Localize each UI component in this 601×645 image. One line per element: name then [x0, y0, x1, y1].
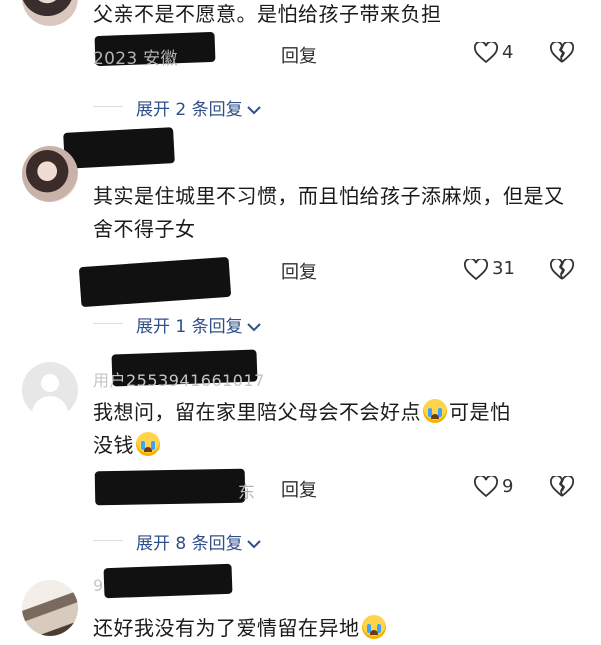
avatar[interactable] — [22, 146, 78, 202]
broken-heart-icon[interactable] — [550, 259, 574, 281]
broken-heart-icon[interactable] — [550, 42, 574, 64]
broken-heart-icon[interactable] — [550, 476, 574, 498]
loudly-crying-face-emoji — [136, 432, 160, 456]
expand-divider — [93, 106, 123, 107]
reply-button[interactable]: 回复 — [281, 258, 317, 284]
redaction-scribble — [63, 127, 175, 169]
expand-replies-label: 展开 2 条回复 — [136, 100, 243, 120]
expand-replies-link[interactable]: 展开 2 条回复 — [136, 95, 261, 120]
expand-divider — [93, 323, 123, 324]
loudly-crying-face-emoji — [423, 399, 447, 423]
avatar[interactable] — [22, 580, 78, 636]
chevron-down-icon — [246, 105, 261, 115]
heart-icon[interactable] — [464, 259, 488, 281]
heart-icon[interactable] — [474, 476, 498, 498]
comment-meta: 东 — [238, 483, 256, 503]
avatar[interactable] — [22, 362, 78, 418]
comment-text-part: 还好我没有为了爱情留在异地 — [93, 616, 360, 640]
reply-button[interactable]: 回复 — [281, 42, 317, 68]
like-count: 4 — [502, 42, 514, 63]
username[interactable]: 用户2553941661017 — [93, 367, 265, 391]
comment-text: 父亲不是不愿意。是怕给孩子带来负担 — [93, 2, 442, 26]
redaction-scribble — [94, 468, 246, 506]
expand-replies-link[interactable]: 展开 8 条回复 — [136, 529, 261, 554]
expand-replies-label: 展开 8 条回复 — [136, 534, 243, 554]
like-count: 9 — [502, 476, 514, 497]
comment-meta: 2023 安徽 — [93, 49, 178, 69]
comment-text: 其实是住城里不习惯，而且怕给孩子添麻烦，但是又舍不得子女 — [93, 184, 565, 241]
comment-text-part: 没钱 — [93, 433, 134, 457]
comment-text-part: 可是怕 — [449, 400, 511, 424]
expand-replies-label: 展开 1 条回复 — [136, 317, 243, 337]
expand-divider — [93, 540, 123, 541]
loudly-crying-face-emoji — [361, 615, 386, 639]
redaction-scribble — [103, 563, 233, 599]
heart-icon[interactable] — [474, 42, 498, 64]
avatar[interactable] — [22, 0, 78, 26]
chevron-down-icon — [246, 539, 261, 549]
comment-text: 我想问，留在家里陪父母会不会好点 可是怕没钱 — [93, 396, 573, 462]
comment-text-part: 我想问，留在家里陪父母会不会好点 — [93, 400, 421, 424]
reply-button[interactable]: 回复 — [281, 476, 317, 502]
like-count: 31 — [492, 258, 515, 279]
username[interactable]: 9 — [93, 576, 104, 595]
expand-replies-link[interactable]: 展开 1 条回复 — [136, 312, 261, 337]
comment-text: 还好我没有为了爱情留在异地 — [93, 612, 573, 645]
chevron-down-icon — [246, 322, 261, 332]
